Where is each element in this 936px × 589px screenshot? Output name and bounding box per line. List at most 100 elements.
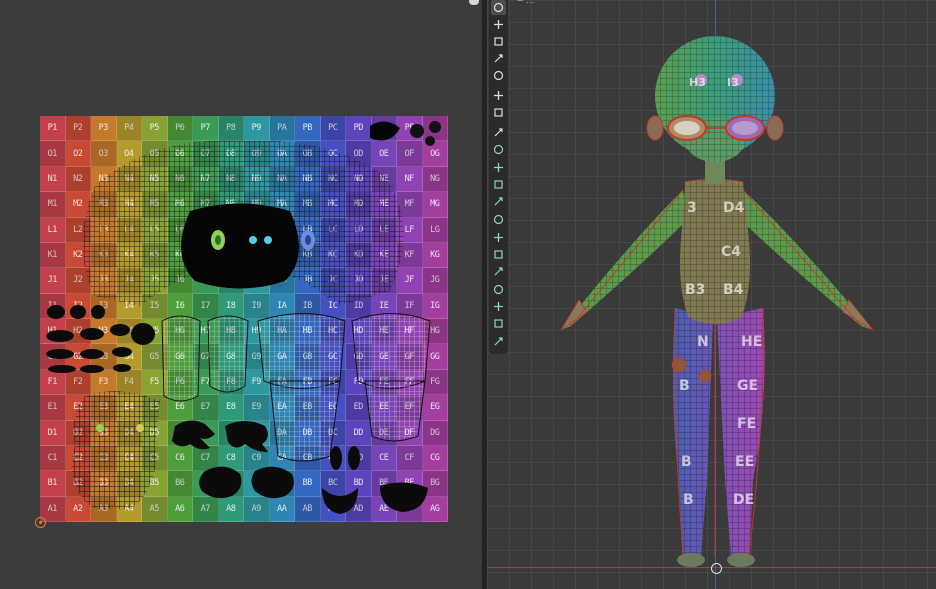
cursor-tool-icon[interactable] xyxy=(491,17,506,32)
uv-grid-cell: C4 xyxy=(116,445,142,472)
uv-grid-cell: P7 xyxy=(193,116,219,142)
uv-grid-cell: JC xyxy=(320,268,346,294)
uv-grid-cell: P8 xyxy=(218,116,244,142)
uv-grid-cell: J4 xyxy=(116,268,142,294)
uv-grid-cell: M8 xyxy=(218,192,244,218)
uv-grid-cell: P9 xyxy=(244,116,270,142)
poly-build-tool-icon[interactable] xyxy=(491,247,506,262)
uv-grid-cell: J2 xyxy=(65,268,91,294)
uv-grid-cell: E4 xyxy=(116,395,142,421)
uv-grid-cell: E3 xyxy=(91,395,117,421)
uv-grid-cell: O5 xyxy=(142,141,168,167)
edge-slide-tool-icon[interactable] xyxy=(491,299,506,314)
uv-grid-cell: O4 xyxy=(116,141,142,167)
uv-grid-cell: HC xyxy=(320,319,346,345)
3d-viewport[interactable]: ~ … H3 I3 3 D4 C4 B3 B4 N HE B GE FE B E… xyxy=(487,0,936,589)
scale-tool-icon[interactable] xyxy=(491,68,506,83)
uv-grid-cell: E9 xyxy=(244,395,270,421)
uv-grid-cell: J3 xyxy=(91,268,117,294)
label-leg-left-top: N xyxy=(697,334,709,350)
label-head-left: H3 xyxy=(689,76,706,89)
knife-tool-icon[interactable] xyxy=(491,230,506,245)
uv-grid-cell: B5 xyxy=(142,471,168,497)
uv-grid-cell: P5 xyxy=(142,116,168,142)
uv-grid-cell: KB xyxy=(295,242,321,269)
uv-2d-cursor-icon[interactable] xyxy=(35,517,46,528)
uv-grid-cell: C7 xyxy=(193,445,219,472)
uv-grid-cell: D7 xyxy=(193,420,219,446)
measure-tool-icon[interactable] xyxy=(491,125,506,140)
uv-grid-cell: E1 xyxy=(40,395,66,421)
uv-grid-cell: KA xyxy=(269,242,295,269)
inset-tool-icon[interactable] xyxy=(491,177,506,192)
smooth-tool-icon[interactable] xyxy=(491,282,506,297)
uv-grid-cell: N2 xyxy=(65,166,91,193)
uv-grid-cell: HA xyxy=(269,319,295,345)
uv-grid-cell: PB xyxy=(295,116,321,142)
extrude-tool-icon[interactable] xyxy=(491,160,506,175)
object-origin-icon[interactable] xyxy=(711,563,722,574)
move-tool-icon[interactable] xyxy=(491,34,506,49)
uv-grid-cell: I3 xyxy=(91,293,117,319)
uv-grid-cell: JG xyxy=(422,268,448,294)
uv-grid-cell: B4 xyxy=(116,471,142,497)
shrink-tool-icon[interactable] xyxy=(491,316,506,331)
label-leg-right-3: FE xyxy=(737,416,756,432)
uv-grid-cell: JD xyxy=(346,268,372,294)
uv-checker-grid: P1 P2 P3 P4 P5 P6 P7 P8 P9 PA PB PC PD PE PF PG O1 O2 O3 O4… xyxy=(40,116,448,522)
uv-grid-cell: L3 xyxy=(91,217,117,243)
uv-grid-cell: N9 xyxy=(244,166,270,193)
uv-grid-cell: HE xyxy=(371,319,397,345)
rotate-tool-icon[interactable] xyxy=(491,51,506,66)
uv-grid-cell: J8 xyxy=(218,268,244,294)
uv-grid-cell: M5 xyxy=(142,192,168,218)
uv-grid-cell: K8 xyxy=(218,242,244,269)
uv-grid-cell: AG xyxy=(422,496,448,522)
uv-grid-cell: OG xyxy=(422,141,448,167)
add-cube-tool-icon[interactable] xyxy=(491,142,506,157)
uv-grid-cell: B2 xyxy=(65,471,91,497)
uv-grid-cell: H1 xyxy=(40,319,66,345)
uv-grid-cell: G9 xyxy=(244,344,270,370)
uv-grid-cell: FA xyxy=(269,369,295,396)
uv-grid-cell: M6 xyxy=(167,192,193,218)
uv-grid-cell: AF xyxy=(397,496,423,522)
uv-grid-cell: H8 xyxy=(218,319,244,345)
editor-corner-widget-icon[interactable] xyxy=(469,0,479,5)
uv-grid-cell: L6 xyxy=(167,217,193,243)
uv-grid-cell: BA xyxy=(269,471,295,497)
select-tool-icon[interactable] xyxy=(491,0,506,15)
uv-grid-cell: HF xyxy=(397,319,423,345)
uv-grid-cell: O9 xyxy=(244,141,270,167)
label-torso-top-left: 3 xyxy=(687,200,697,216)
uv-grid-cell: C3 xyxy=(91,445,117,472)
label-torso-low-right: B4 xyxy=(723,282,744,298)
loop-cut-tool-icon[interactable] xyxy=(491,212,506,227)
annotate-tool-icon[interactable] xyxy=(491,105,506,120)
bevel-tool-icon[interactable] xyxy=(491,194,506,209)
uv-grid-cell: NF xyxy=(397,166,423,193)
uv-grid-cell: H4 xyxy=(116,319,142,345)
uv-grid-cell: CG xyxy=(422,445,448,472)
uv-grid-cell: G1 xyxy=(40,344,66,370)
uv-grid-cell: FC xyxy=(320,369,346,396)
uv-grid-cell: L4 xyxy=(116,217,142,243)
uv-grid-cell: GE xyxy=(371,344,397,370)
uv-texture-canvas[interactable]: P1 P2 P3 P4 P5 P6 P7 P8 P9 PA PB PC PD PE PF PG O1 O2 O3 O4… xyxy=(40,116,448,522)
uv-grid-cell: K3 xyxy=(91,242,117,269)
uv-grid-cell: A7 xyxy=(193,496,219,522)
uv-editor[interactable]: P1 P2 P3 P4 P5 P6 P7 P8 P9 PA PB PC PD PE PF PG O1 O2 O3 O4… xyxy=(0,0,482,589)
shear-tool-icon[interactable] xyxy=(491,334,506,349)
transform-tool-icon[interactable] xyxy=(491,88,506,103)
uv-grid-cell: OE xyxy=(371,141,397,167)
uv-grid-cell: NA xyxy=(269,166,295,193)
spin-tool-icon[interactable] xyxy=(491,264,506,279)
uv-grid-cell: GD xyxy=(346,344,372,370)
uv-grid-cell: GC xyxy=(320,344,346,370)
uv-grid-cell: A2 xyxy=(65,496,91,522)
uv-grid-cell: K1 xyxy=(40,242,66,269)
uv-grid-cell: OD xyxy=(346,141,372,167)
uv-grid-cell: O2 xyxy=(65,141,91,167)
uv-grid-cell: F7 xyxy=(193,369,219,396)
uv-grid-cell: K5 xyxy=(142,242,168,269)
